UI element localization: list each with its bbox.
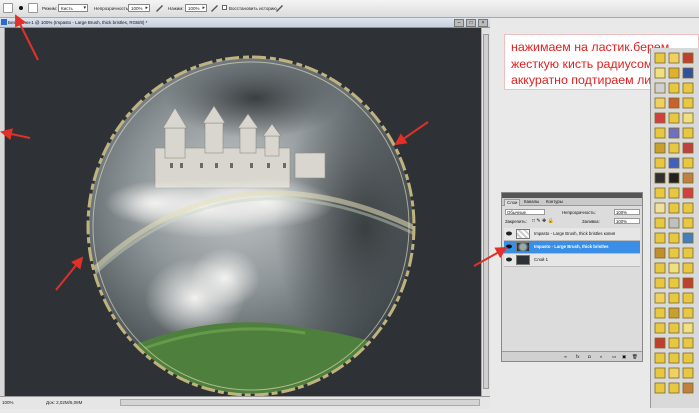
layer-thumbnail <box>516 229 530 239</box>
minimize-button[interactable]: – <box>454 19 464 27</box>
pressure-input[interactable]: 100% ▸ <box>185 4 207 12</box>
maximize-button[interactable]: □ <box>466 19 476 27</box>
layer-row[interactable]: Impasto - Large Brush, thick bristles ко… <box>504 228 640 241</box>
zoom-level[interactable]: 100% <box>2 400 14 405</box>
eye-icon[interactable] <box>506 244 512 249</box>
eraser-tool-preset-icon[interactable] <box>3 3 13 13</box>
layer-name[interactable]: Impasto - Large Brush, thick bristles <box>534 244 609 249</box>
document-window: Без имени-1 @ 100% (Impasto - Large Brus… <box>0 18 491 409</box>
adjustment-icon[interactable]: ◐ <box>600 354 603 359</box>
vertical-scrollbar[interactable] <box>481 28 490 396</box>
mode-label: Режим: <box>42 6 58 11</box>
artwork <box>86 55 416 397</box>
eye-icon[interactable] <box>506 257 512 262</box>
layers-panel-tabs: Слои Каналы Контуры <box>502 198 642 206</box>
style-swatches[interactable] <box>651 48 699 408</box>
layer-row-selected[interactable]: Impasto - Large Brush, thick bristles <box>504 241 640 254</box>
layer-opacity-value: 100% <box>616 210 627 215</box>
options-bar: Режим: Кисть ▾ Непрозрачность: 100% ▸ Нажи… <box>0 0 699 18</box>
lock-icons[interactable]: □ ✎ ✥ 🔒 <box>532 218 554 224</box>
restore-history-label: Восстановить историю <box>229 6 277 11</box>
restore-history-checkbox[interactable] <box>222 5 227 10</box>
document-info[interactable]: Док: 2,02M/6,08M <box>46 400 82 405</box>
document-title: Без имени-1 @ 100% (Impasto - Large Brus… <box>8 20 148 25</box>
blend-mode-value: Обычные <box>507 210 526 215</box>
opacity-value: 100% <box>131 6 143 11</box>
layer-thumbnail <box>516 242 530 252</box>
layers-panel-footer: ∞ fx ◘ ◐ ▭ ▣ 🗑 <box>502 351 642 361</box>
fill-label: Заливка: <box>582 219 600 224</box>
mode-value: Кисть <box>61 6 73 11</box>
layer-row[interactable]: Слой 1 <box>504 254 640 267</box>
tablet-pressure-size-icon[interactable] <box>275 3 284 12</box>
trash-icon[interactable]: 🗑 <box>632 354 637 360</box>
pressure-label: Нажим: <box>168 6 184 11</box>
opacity-label: Непрозрачность: <box>94 6 130 11</box>
fx-icon[interactable]: fx <box>576 354 579 359</box>
layer-opacity-label: Непрозрачность: <box>562 210 596 215</box>
layer-name[interactable]: Impasto - Large Brush, thick bristles ко… <box>534 231 615 236</box>
layers-panel: Слои Каналы Контуры Обычные Непрозрачнос… <box>501 192 643 362</box>
brush-panel-toggle-icon[interactable] <box>28 3 38 13</box>
mask-icon[interactable]: ◘ <box>588 354 591 359</box>
eye-icon[interactable] <box>506 231 512 236</box>
document-icon <box>1 19 7 25</box>
styles-panel <box>650 48 699 408</box>
new-layer-icon[interactable]: ▣ <box>622 354 626 360</box>
layer-thumbnail <box>516 255 530 265</box>
fill-input[interactable]: 100% <box>614 218 640 224</box>
status-bar: 100% Док: 2,02M/6,08M <box>0 396 490 409</box>
layer-name[interactable]: Слой 1 <box>534 257 548 262</box>
tablet-pressure-opacity-icon[interactable] <box>155 3 164 12</box>
tab-paths[interactable]: Контуры <box>544 199 565 205</box>
document-tab[interactable]: Без имени-1 @ 100% (Impasto - Large Brus… <box>0 18 490 28</box>
mode-select[interactable]: Кисть ▾ <box>58 4 88 12</box>
brush-preset-picker[interactable] <box>16 3 26 13</box>
pressure-value: 100% <box>188 6 200 11</box>
vertical-scroll-thumb[interactable] <box>483 34 489 389</box>
airbrush-icon[interactable] <box>210 3 219 12</box>
opacity-input[interactable]: 100% ▸ <box>128 4 150 12</box>
tab-layers[interactable]: Слои <box>504 199 521 206</box>
link-icon[interactable]: ∞ <box>564 354 567 359</box>
fill-value: 100% <box>616 219 627 224</box>
lock-label: Закрепить: <box>505 219 527 224</box>
blend-mode-select[interactable]: Обычные <box>505 209 545 215</box>
folder-icon[interactable]: ▭ <box>612 354 616 360</box>
image-canvas[interactable] <box>5 28 481 397</box>
tab-channels[interactable]: Каналы <box>522 199 541 205</box>
layer-opacity-input[interactable]: 100% <box>614 209 640 215</box>
close-button[interactable]: × <box>478 19 488 27</box>
horizontal-scrollbar[interactable] <box>120 399 480 406</box>
